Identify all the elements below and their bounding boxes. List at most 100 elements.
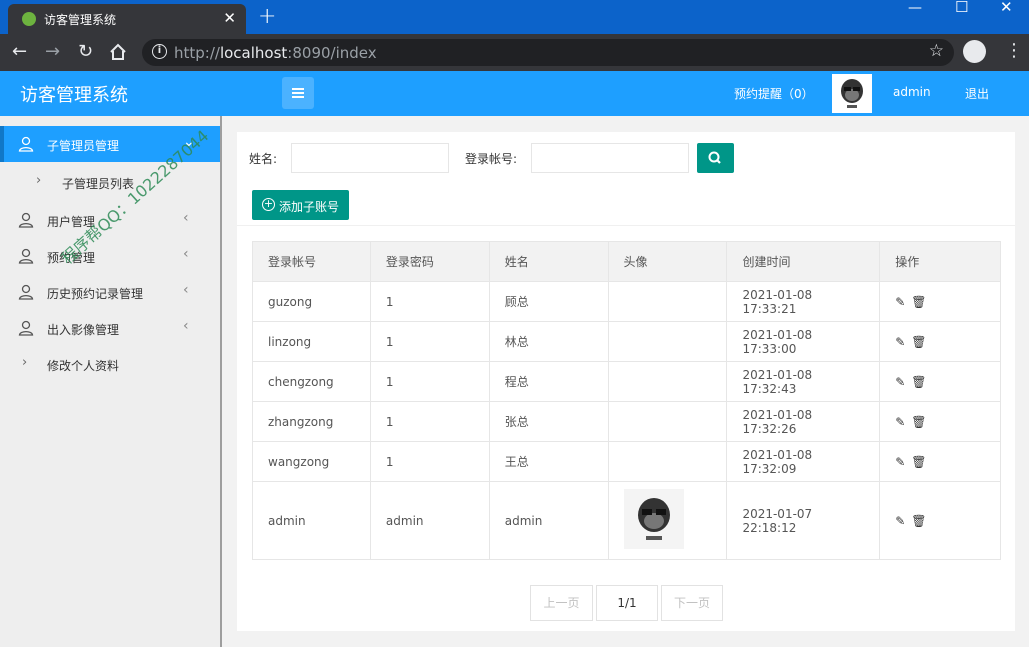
search-icon: [708, 151, 721, 164]
divider: [237, 225, 1015, 226]
bookmark-star-icon[interactable]: ☆: [929, 41, 944, 61]
cell-actions: ✎ 🗑: [879, 321, 1001, 362]
col-header: 创建时间: [726, 241, 881, 282]
logout-link[interactable]: 退出: [965, 85, 989, 102]
col-header: 登录密码: [369, 241, 490, 282]
close-window-icon[interactable]: ✕: [1000, 0, 1013, 16]
forward-icon[interactable]: →: [45, 41, 60, 62]
main-card: 姓名: 登录帐号: + 添加子账号 登录帐号 登录密码 姓名 头像 创建时间 操…: [237, 132, 1015, 631]
sidebar-item-history[interactable]: 历史预约记录管理 ‹: [0, 274, 220, 310]
delete-icon[interactable]: 🗑: [911, 415, 926, 429]
table-row: linzong 1 林总 2021-01-08 17:33:00 ✎ 🗑: [252, 321, 1001, 362]
cell-actions: ✎ 🗑: [879, 481, 1001, 560]
edit-icon[interactable]: ✎: [895, 375, 905, 389]
close-tab-icon[interactable]: ✕: [223, 9, 236, 27]
cell-avatar: [607, 361, 728, 402]
back-icon[interactable]: ←: [12, 41, 27, 62]
cell-name: 张总: [488, 401, 609, 442]
browser-tabbar: 访客管理系统 ✕ + — ☐ ✕: [0, 0, 1029, 34]
chevron-left-icon: ‹: [183, 282, 189, 298]
search-button[interactable]: [697, 143, 734, 173]
cell-account: linzong: [252, 321, 371, 362]
minimize-icon[interactable]: —: [908, 0, 922, 16]
chevron-left-icon: ‹: [183, 210, 189, 226]
edit-icon[interactable]: ✎: [895, 335, 905, 349]
edit-icon[interactable]: ✎: [895, 295, 905, 309]
cell-name: 顾总: [488, 281, 609, 322]
current-page: 1/1: [596, 585, 658, 621]
sidebar-item-sub-admin-list[interactable]: › 子管理员列表: [0, 164, 220, 200]
delete-icon[interactable]: 🗑: [911, 375, 926, 389]
delete-icon[interactable]: 🗑: [911, 455, 926, 469]
cell-account: wangzong: [252, 441, 371, 482]
cell-avatar: [607, 481, 728, 560]
table-row: admin admin admin 2021-01-07 22:18:12 ✎ 🗑: [252, 481, 1001, 560]
table-row: wangzong 1 王总 2021-01-08 17:32:09 ✎ 🗑: [252, 441, 1001, 482]
new-tab-button[interactable]: +: [258, 4, 276, 29]
cell-avatar: [607, 281, 728, 322]
edit-icon[interactable]: ✎: [895, 415, 905, 429]
browser-menu-icon[interactable]: ⋮: [1005, 40, 1023, 61]
cell-created: 2021-01-08 17:32:43: [726, 361, 881, 402]
cell-name: 程总: [488, 361, 609, 402]
cell-account: chengzong: [252, 361, 371, 402]
cell-created: 2021-01-08 17:33:21: [726, 281, 881, 322]
sidebar-item-reservations[interactable]: 预约管理 ‹: [0, 238, 220, 274]
address-bar[interactable]: i http://localhost:8090/index ☆: [142, 39, 954, 66]
cell-actions: ✎ 🗑: [879, 441, 1001, 482]
prev-page-button[interactable]: 上一页: [530, 585, 593, 621]
reload-icon[interactable]: ↻: [78, 41, 93, 62]
cell-account: guzong: [252, 281, 371, 322]
cell-password: 1: [369, 361, 490, 402]
add-button-label: 添加子账号: [279, 200, 340, 214]
chevron-left-icon: ‹: [183, 318, 189, 334]
sidebar-item-label: 修改个人资料: [47, 359, 120, 373]
home-icon[interactable]: [109, 43, 127, 61]
cell-name: admin: [488, 481, 609, 560]
name-label: 姓名:: [249, 152, 278, 166]
delete-icon[interactable]: 🗑: [911, 335, 926, 349]
cell-created: 2021-01-08 17:32:09: [726, 441, 881, 482]
info-icon[interactable]: i: [152, 44, 167, 59]
add-sub-account-button[interactable]: + 添加子账号: [252, 190, 349, 220]
user-icon: [18, 212, 34, 228]
menu-toggle-button[interactable]: [282, 77, 314, 109]
edit-icon[interactable]: ✎: [895, 514, 905, 528]
cell-actions: ✎ 🗑: [879, 281, 1001, 322]
user-icon: [18, 248, 34, 264]
gorilla-avatar-icon: [832, 74, 872, 113]
account-icon[interactable]: [963, 40, 986, 63]
delete-icon[interactable]: 🗑: [911, 295, 926, 309]
delete-icon[interactable]: 🗑: [911, 514, 926, 528]
next-page-button[interactable]: 下一页: [661, 585, 723, 621]
col-header: 姓名: [488, 241, 609, 282]
add-circle-icon: +: [262, 197, 275, 211]
cell-actions: ✎ 🗑: [879, 361, 1001, 402]
edit-icon[interactable]: ✎: [895, 455, 905, 469]
sidebar-item-profile[interactable]: › 修改个人资料: [0, 346, 220, 382]
cell-name: 王总: [488, 441, 609, 482]
account-input[interactable]: [531, 143, 689, 173]
table-row: zhangzong 1 张总 2021-01-08 17:32:26 ✎ 🗑: [252, 401, 1001, 442]
account-label: 登录帐号:: [465, 152, 518, 166]
sidebar-item-label: 历史预约记录管理: [47, 287, 144, 301]
tab-title: 访客管理系统: [44, 13, 117, 27]
cell-account: zhangzong: [252, 401, 371, 442]
cell-password: 1: [369, 281, 490, 322]
col-header: 头像: [607, 241, 728, 282]
table-row: chengzong 1 程总 2021-01-08 17:32:43 ✎ 🗑: [252, 361, 1001, 402]
col-header: 登录帐号: [252, 241, 371, 282]
cell-account: admin: [252, 481, 371, 560]
name-input[interactable]: [291, 143, 449, 173]
sidebar-item-label: 子管理员管理: [47, 139, 120, 153]
avatar[interactable]: [832, 74, 872, 113]
sidebar-item-images[interactable]: 出入影像管理 ‹: [0, 310, 220, 346]
maximize-icon[interactable]: ☐: [955, 0, 968, 16]
username[interactable]: admin: [893, 85, 931, 99]
sub-admin-table: 登录帐号 登录密码 姓名 头像 创建时间 操作 guzong 1 顾总 2021…: [252, 241, 1001, 560]
cell-avatar: [607, 321, 728, 362]
app-logo: 访客管理系统: [20, 85, 128, 106]
browser-tab[interactable]: 访客管理系统 ✕: [8, 4, 246, 34]
reservation-reminder[interactable]: 预约提醒（0）: [734, 85, 814, 102]
chevron-right-icon: ›: [22, 355, 28, 370]
